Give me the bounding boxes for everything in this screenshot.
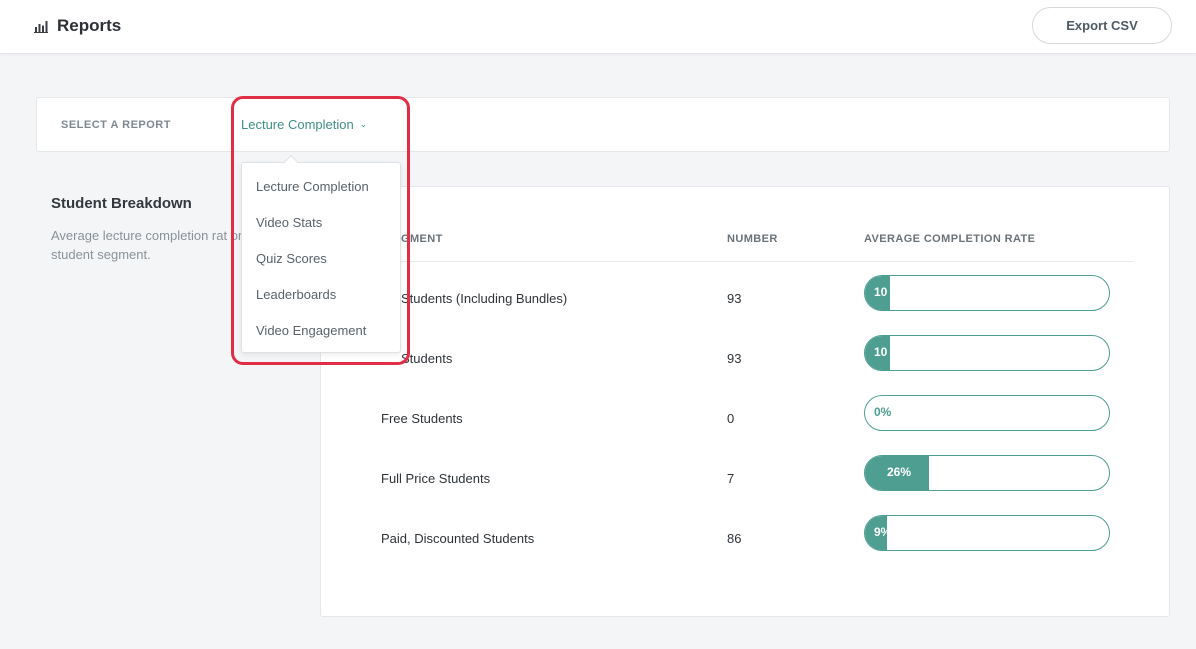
completion-rate-clip: 9% [865, 516, 887, 550]
completion-rate-label: 10 [874, 285, 888, 299]
top-bar: Reports Export CSV [0, 0, 1196, 54]
dropdown-item-video-stats[interactable]: Video Stats [256, 215, 322, 230]
number-cell: 93 [727, 291, 742, 306]
segment-cell: Full Price Students [381, 471, 491, 486]
column-header-segment: GMENT [401, 233, 443, 245]
column-header-rate: AVERAGE COMPLETION RATE [864, 233, 1036, 245]
chevron-down-icon: ⌄ [359, 119, 368, 129]
completion-rate-clip: 26% [865, 456, 929, 490]
report-dropdown-menu: Lecture Completion Video Stats Quiz Scor… [241, 154, 401, 353]
report-selector-card: SELECT A REPORT Lecture Completion ⌄ [36, 97, 1170, 152]
header-divider [381, 261, 1134, 262]
column-header-number: NUMBER [727, 233, 778, 245]
completion-rate-clip: 10 [865, 276, 890, 310]
number-cell: 93 [727, 351, 742, 366]
select-report-label: SELECT A REPORT [61, 119, 171, 131]
table-row: Free Students 0 0% [321, 395, 1171, 455]
completion-rate-bar: 26% [864, 455, 1110, 491]
segment-cell: Students (Including Bundles) [401, 291, 568, 306]
export-csv-button[interactable]: Export CSV [1032, 7, 1172, 44]
dropdown-item-video-engagement[interactable]: Video Engagement [256, 323, 366, 338]
table-row: Students (Including Bundles) 93 10 [321, 275, 1171, 335]
segment-cell: Students [401, 351, 453, 366]
completion-rate-bar: 10 [864, 275, 1110, 311]
page-title: Reports [57, 16, 122, 35]
completion-rate-bar: 9% [864, 515, 1110, 551]
number-cell: 86 [727, 531, 742, 546]
report-dropdown-toggle[interactable]: Lecture Completion ⌄ [241, 117, 367, 132]
number-cell: 7 [727, 471, 735, 486]
section-title: Student Breakdown [51, 195, 192, 212]
segment-cell: Paid, Discounted Students [381, 531, 535, 546]
completion-rate-label: 10 [874, 345, 888, 359]
completion-rate-label: 9% [874, 525, 887, 539]
bar-chart-icon [34, 21, 48, 33]
dropdown-item-quiz-scores[interactable]: Quiz Scores [256, 251, 327, 266]
number-cell: 0 [727, 411, 735, 426]
dropdown-caret [283, 154, 299, 170]
table-row: Full Price Students 7 26% [321, 455, 1171, 515]
segment-cell: Free Students [381, 411, 463, 426]
completion-rate-label: 26% [887, 465, 912, 479]
section-description: Average lecture completion rat on studen… [51, 228, 246, 262]
table-row: Students 93 10 [321, 335, 1171, 395]
dropdown-item-leaderboards[interactable]: Leaderboards [256, 287, 336, 302]
completion-rate-clip: 10 [865, 336, 890, 370]
student-breakdown-table: GMENT NUMBER AVERAGE COMPLETION RATE Stu… [320, 186, 1170, 617]
dropdown-item-lecture-completion[interactable]: Lecture Completion [256, 179, 369, 194]
table-row: Paid, Discounted Students 86 9% [321, 515, 1171, 575]
completion-rate-bar: 10 [864, 335, 1110, 371]
completion-rate-label: 0% [874, 405, 892, 419]
selected-report-label: Lecture Completion [241, 117, 354, 132]
completion-rate-bar: 0% [864, 395, 1110, 431]
